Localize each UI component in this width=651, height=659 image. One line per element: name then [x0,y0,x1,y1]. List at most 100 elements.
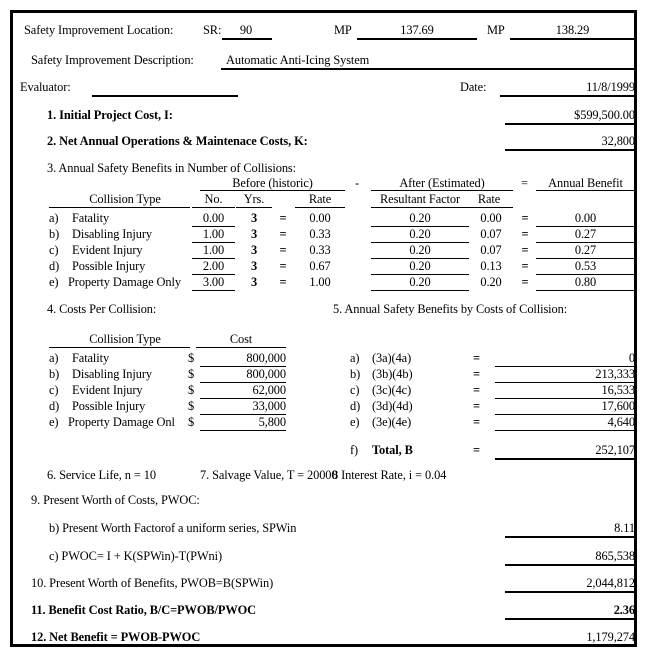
date-value[interactable]: 11/8/1999 [500,80,635,94]
item4-row-key: c) [49,383,59,397]
item3-row-no[interactable]: 1.00 [192,243,235,257]
item3-row-yrs[interactable]: 3 [236,211,272,225]
item3-row-rate: 0.33 [309,227,331,241]
item3-row-equals-1: = [279,227,287,241]
item3-row-yrs[interactable]: 3 [236,243,272,257]
item4-row-key: e) [49,415,59,429]
item3-row-key: c) [49,243,59,257]
item3-row-no[interactable]: 1.00 [192,227,235,241]
item3-row-equals-2: = [521,243,529,257]
item10-underline [505,591,635,593]
item12-underline [505,645,635,647]
mp-end-value[interactable]: 138.29 [510,23,635,37]
item7-label: 7. Salvage Value, T = 20000 [200,468,338,482]
item5-total-underline [495,458,635,460]
item11-value: 2.36 [613,603,635,617]
date-underline [500,95,635,97]
sr-underline [222,38,272,40]
item3-row-rate2: 0.07 [480,227,502,241]
item3-row-benefit: 0.00 [574,211,597,225]
mp-start-value[interactable]: 137.69 [357,23,477,37]
item3-row-yrs[interactable]: 3 [236,259,272,273]
item5-row-key: b) [350,367,361,381]
item3-group-after: After (Estimated) [399,176,485,190]
item2-label: 2. Net Annual Operations & Maintenace Co… [47,134,308,148]
item3-row-type: Possible Injury [72,259,146,273]
item5-row-key: d) [350,399,361,413]
item5-total-value: 252,107 [595,443,635,457]
item9-spwin-underline [505,536,635,538]
item3-col-resultant-factor: Resultant Factor [380,192,460,206]
item3-row-factor[interactable]: 0.20 [371,275,469,289]
item3-row-yrs[interactable]: 3 [236,227,272,241]
item4-row-cost[interactable]: 800,000 [200,367,286,381]
item4-row-cost[interactable]: 62,000 [200,383,287,397]
item3-row-benefit: 0.80 [574,275,597,289]
item11-label: 11. Benefit Cost Ratio, B/C=PWOB/PWOC [31,603,257,617]
item3-group-before: Before (historic) [232,176,313,190]
item5-row-equals: = [473,415,480,429]
item5-row-equals: = [473,383,480,397]
item11-underline [505,618,635,620]
item4-row-cost[interactable]: 33,000 [200,399,287,413]
form-sheet: Safety Improvement Location: SR: 90 MP 1… [0,0,651,659]
item3-minus-sign: - [355,176,360,190]
item4-row-currency: $ [188,399,195,413]
item3-row-no[interactable]: 2.00 [192,259,235,273]
item10-label: 10. Present Worth of Benefits, PWOB=B(SP… [31,576,274,590]
item9-pwoc-value: 865,538 [595,549,635,563]
item4-row-key: a) [49,351,59,365]
item12-label: 12. Net Benefit = PWOB-PWOC [31,630,201,644]
item3-row-factor[interactable]: 0.20 [371,259,469,273]
item3-row-equals-2: = [521,227,529,241]
item5-row-value: 17,600 [601,399,636,413]
item4-row-cost[interactable]: 800,000 [200,351,286,365]
item3-row-factor[interactable]: 0.20 [371,243,469,257]
description-value[interactable]: Automatic Anti-Icing System [226,53,369,67]
item3-row-factor-underline [371,290,469,292]
location-label: Safety Improvement Location: [24,23,174,37]
item5-row-value: 4,640 [607,415,635,429]
item4-col-cost-underline [196,347,286,349]
item3-row-type: Property Damage Only [68,275,181,289]
item1-value[interactable]: $599,500.00 [505,108,635,122]
item3-col-rate: Rate [308,192,332,206]
item4-row-key: d) [49,399,60,413]
item4-row-type: Possible Injury [72,399,146,413]
item3-row-factor[interactable]: 0.20 [371,211,469,225]
item9-pwoc-underline [505,564,635,566]
item3-row-key: b) [49,227,60,241]
item4-row-type: Fatality [72,351,110,365]
item4-row-type: Property Damage Onl [68,415,175,429]
item5-total-label: Total, B [372,443,413,457]
item4-row-cost[interactable]: 5,800 [200,415,286,429]
item3-row-factor[interactable]: 0.20 [371,227,469,241]
item3-row-benefit: 0.27 [574,243,597,257]
item5-row-equals: = [473,351,480,365]
item9-spwin-value: 8.11 [614,521,635,535]
item3-equals-sign: = [521,176,528,190]
item3-row-key: a) [49,211,59,225]
item5-total-equals: = [473,443,480,457]
item4-row-currency: $ [188,383,195,397]
item5-row-key: a) [350,351,360,365]
item3-col-rate-underline [295,207,345,209]
item2-value[interactable]: 32,800 [505,134,636,148]
item4-col-cost: Cost [229,332,253,346]
item5-row-equals: = [473,399,480,413]
item4-row-currency: $ [188,367,195,381]
mp-end-underline [510,38,635,40]
mp-start-underline [357,38,477,40]
evaluator-underline [92,95,238,97]
item4-row-cost-underline [200,430,286,432]
item3-row-rate2: 0.00 [480,211,502,225]
item3-row-type: Fatality [72,211,110,225]
description-label: Safety Improvement Description: [31,53,194,67]
sr-value[interactable]: 90 [222,23,270,37]
item5-row-formula: (3c)(4c) [372,383,412,397]
item3-row-no[interactable]: 0.00 [192,211,235,225]
item4-col-collision-type: Collision Type [89,332,161,346]
item3-row-yrs[interactable]: 3 [236,275,272,289]
item3-row-no[interactable]: 3.00 [192,275,235,289]
item3-row-benefit: 0.53 [574,259,597,273]
